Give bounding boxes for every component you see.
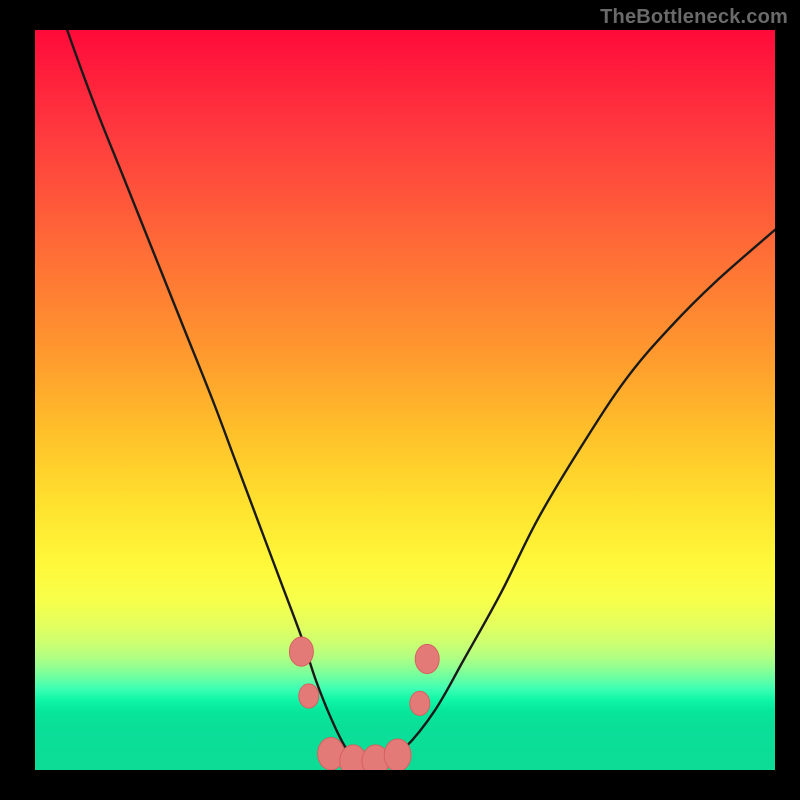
marker-right-anchor [415,644,439,673]
marker-left-anchor [289,637,313,666]
chart-frame: TheBottleneck.com [0,0,800,800]
marker-bottom-4 [384,739,411,770]
marker-right-rise [410,691,430,715]
marker-group [289,637,439,770]
plot-area [35,30,775,770]
bottleneck-curve [35,30,775,765]
marker-left-drop [299,684,319,708]
curve-layer [35,30,775,770]
watermark-text: TheBottleneck.com [600,6,788,29]
